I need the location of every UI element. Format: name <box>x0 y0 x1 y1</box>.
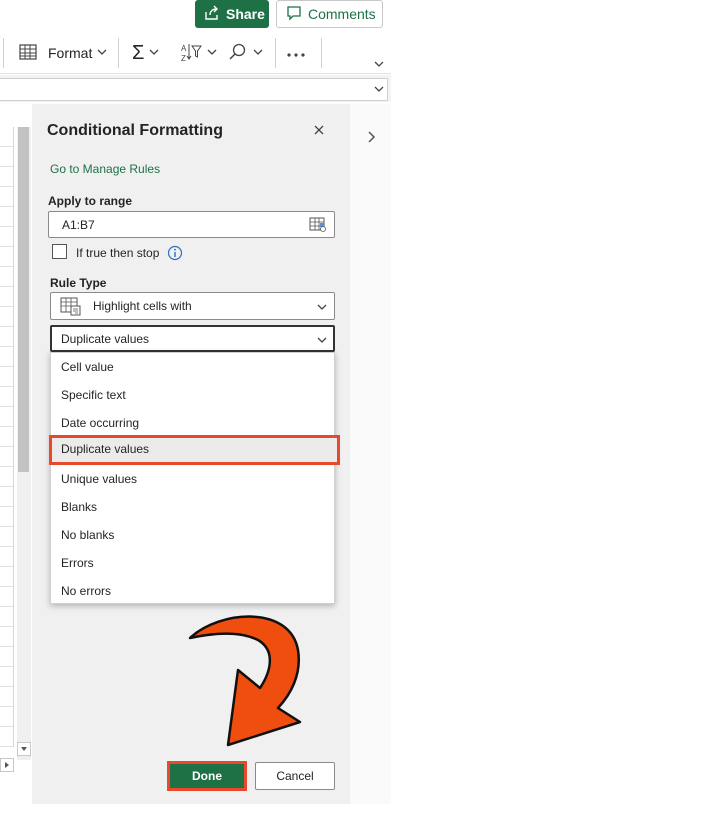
more-icon <box>286 45 306 61</box>
done-button[interactable]: Done <box>167 761 247 791</box>
apply-range-field[interactable]: A1:B7 <box>48 211 335 238</box>
scrollbar-thumb[interactable] <box>18 127 29 472</box>
chevron-down-icon <box>373 57 385 73</box>
range-select-icon[interactable] <box>309 217 327 236</box>
sigma-icon: Σ <box>132 41 145 64</box>
format-table-icon <box>18 43 38 64</box>
ribbon-divider <box>3 38 4 68</box>
chevron-down-icon <box>316 334 328 349</box>
panel-title: Conditional Formatting <box>47 122 223 139</box>
pane-side-strip <box>350 104 391 804</box>
sort-filter-button[interactable]: AZ <box>180 40 218 66</box>
cancel-button[interactable]: Cancel <box>255 762 335 790</box>
sort-filter-icon: AZ <box>180 42 202 65</box>
ribbon-divider <box>321 38 322 68</box>
share-button-label: Share <box>226 6 265 22</box>
autosum-button[interactable]: Σ <box>132 40 160 66</box>
condition-options-list: Cell value Specific text Date occurring … <box>49 352 340 605</box>
option-duplicate-values[interactable]: Duplicate values <box>49 435 340 465</box>
format-button-label: Format <box>48 45 93 61</box>
condition-dropdown[interactable]: Duplicate values <box>50 325 335 352</box>
info-icon[interactable] <box>167 245 183 264</box>
share-icon <box>204 5 220 24</box>
formula-bar <box>0 75 391 102</box>
svg-text:A: A <box>181 44 187 53</box>
scroll-right-button[interactable] <box>0 758 14 772</box>
comments-button[interactable]: Comments <box>276 0 383 28</box>
option-specific-text[interactable]: Specific text <box>51 381 334 409</box>
option-cell-value[interactable]: Cell value <box>51 353 334 381</box>
stop-if-true-label: If true then stop <box>76 246 160 260</box>
ribbon-divider <box>118 38 119 68</box>
condition-value: Duplicate values <box>61 332 150 346</box>
rule-type-dropdown[interactable]: Highlight cells with <box>50 292 335 320</box>
option-blanks[interactable]: Blanks <box>51 493 334 521</box>
option-errors[interactable]: Errors <box>51 549 334 577</box>
close-icon[interactable] <box>313 124 325 139</box>
svg-text:Z: Z <box>181 54 186 62</box>
ribbon: Format Σ AZ <box>0 32 391 74</box>
chevron-down-icon <box>206 45 218 61</box>
share-button[interactable]: Share <box>195 0 269 28</box>
rule-type-value: Highlight cells with <box>93 299 192 313</box>
caret-right-icon <box>5 762 9 768</box>
more-options-button[interactable] <box>286 40 306 66</box>
comment-icon <box>286 5 302 24</box>
chevron-down-icon <box>316 301 328 316</box>
option-date-occurring[interactable]: Date occurring <box>51 409 334 437</box>
search-icon <box>228 42 248 65</box>
rule-type-label: Rule Type <box>50 276 107 290</box>
highlight-cells-icon <box>60 297 82 320</box>
chevron-down-icon <box>252 45 264 61</box>
curved-arrow-annotation <box>188 615 302 747</box>
manage-rules-link[interactable]: Go to Manage Rules <box>50 162 160 176</box>
scroll-down-button[interactable] <box>17 742 31 756</box>
apply-range-value: A1:B7 <box>62 218 95 232</box>
option-no-errors[interactable]: No errors <box>51 577 334 605</box>
find-button[interactable] <box>228 40 264 66</box>
format-button[interactable]: Format <box>18 40 108 66</box>
formula-input[interactable] <box>0 78 388 101</box>
caret-down-icon <box>21 747 27 751</box>
sheet-grid[interactable] <box>0 127 14 747</box>
option-no-blanks[interactable]: No blanks <box>51 521 334 549</box>
ribbon-divider <box>275 38 276 68</box>
apply-range-label: Apply to range <box>48 194 133 208</box>
comments-button-label: Comments <box>308 6 376 22</box>
chevron-down-icon[interactable] <box>373 83 385 98</box>
chevron-down-icon <box>96 45 108 61</box>
chevron-right-icon[interactable] <box>365 130 377 147</box>
option-unique-values[interactable]: Unique values <box>51 465 334 493</box>
stop-if-true-checkbox[interactable] <box>52 244 67 259</box>
chevron-down-icon <box>148 45 160 61</box>
